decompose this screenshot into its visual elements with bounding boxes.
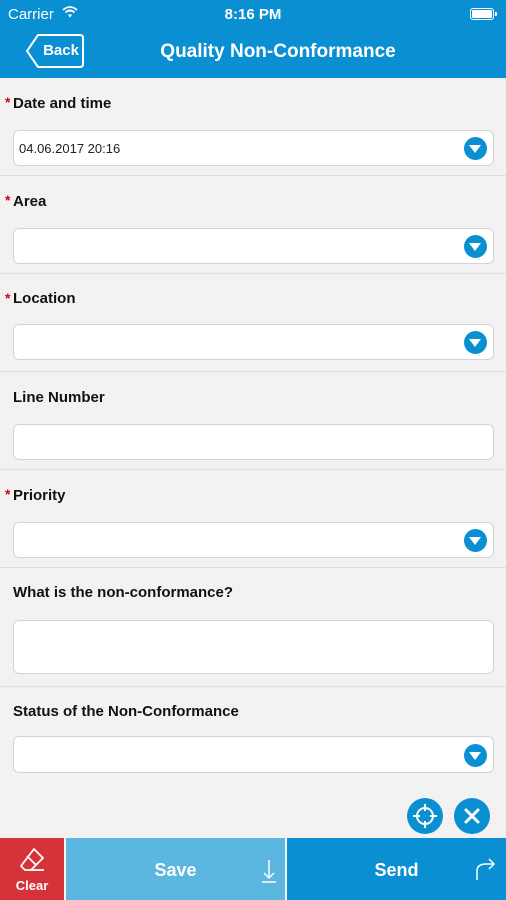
field-label: Location bbox=[13, 290, 76, 307]
field-line-number: Line Number bbox=[0, 372, 506, 470]
location-select[interactable] bbox=[13, 324, 494, 360]
date-time-select[interactable]: 04.06.2017 20:16 bbox=[13, 130, 494, 166]
field-label: Area bbox=[13, 193, 47, 210]
clear-button[interactable]: Clear bbox=[0, 838, 64, 900]
save-button[interactable]: Save bbox=[66, 838, 285, 900]
form: * Date and time 04.06.2017 20:16 * Area … bbox=[0, 78, 506, 782]
crosshair-icon bbox=[413, 804, 437, 828]
close-icon bbox=[464, 808, 480, 824]
field-label: Status of the Non-Conformance bbox=[13, 703, 239, 720]
field-location: * Location bbox=[0, 274, 506, 372]
field-label: Date and time bbox=[13, 95, 112, 112]
battery-icon bbox=[470, 8, 497, 20]
priority-select[interactable] bbox=[13, 522, 494, 558]
field-non-conformance: What is the non-conformance? bbox=[0, 568, 506, 687]
required-marker: * bbox=[5, 192, 11, 208]
chevron-down-icon[interactable] bbox=[464, 744, 487, 767]
locate-button[interactable] bbox=[407, 798, 443, 834]
field-area: * Area bbox=[0, 176, 506, 274]
field-status: Status of the Non-Conformance bbox=[0, 687, 506, 782]
chevron-down-icon[interactable] bbox=[464, 235, 487, 258]
cancel-button[interactable] bbox=[454, 798, 490, 834]
required-marker: * bbox=[5, 94, 11, 110]
line-number-input[interactable] bbox=[13, 424, 494, 460]
area-select[interactable] bbox=[13, 228, 494, 264]
chevron-down-icon[interactable] bbox=[464, 331, 487, 354]
navigation-bar: Carrier 8:16 PM Back Quality Non-Conform… bbox=[0, 0, 506, 78]
field-priority: * Priority bbox=[0, 470, 506, 568]
status-bar: Carrier 8:16 PM bbox=[0, 0, 506, 28]
required-marker: * bbox=[5, 486, 11, 502]
download-icon bbox=[262, 860, 276, 883]
field-date-and-time: * Date and time 04.06.2017 20:16 bbox=[0, 78, 506, 176]
status-select[interactable] bbox=[13, 736, 494, 773]
non-conformance-textarea[interactable] bbox=[13, 620, 494, 674]
back-button[interactable]: Back bbox=[26, 34, 84, 68]
chevron-down-icon[interactable] bbox=[464, 137, 487, 160]
eraser-icon bbox=[20, 848, 44, 871]
page-title: Quality Non-Conformance bbox=[160, 41, 396, 62]
action-bar: Clear Save Send bbox=[0, 838, 506, 900]
clock: 8:16 PM bbox=[224, 6, 282, 23]
field-label: Priority bbox=[13, 487, 66, 504]
field-label: What is the non-conformance? bbox=[13, 584, 234, 601]
field-label: Line Number bbox=[13, 389, 105, 406]
forward-arrow-icon bbox=[476, 858, 496, 880]
send-button[interactable]: Send bbox=[287, 838, 506, 900]
back-label: Back bbox=[43, 42, 79, 59]
clear-label: Clear bbox=[15, 878, 49, 893]
save-label: Save bbox=[154, 860, 197, 880]
chevron-down-icon[interactable] bbox=[464, 529, 487, 552]
required-marker: * bbox=[5, 290, 11, 306]
date-time-value: 04.06.2017 20:16 bbox=[19, 141, 121, 156]
